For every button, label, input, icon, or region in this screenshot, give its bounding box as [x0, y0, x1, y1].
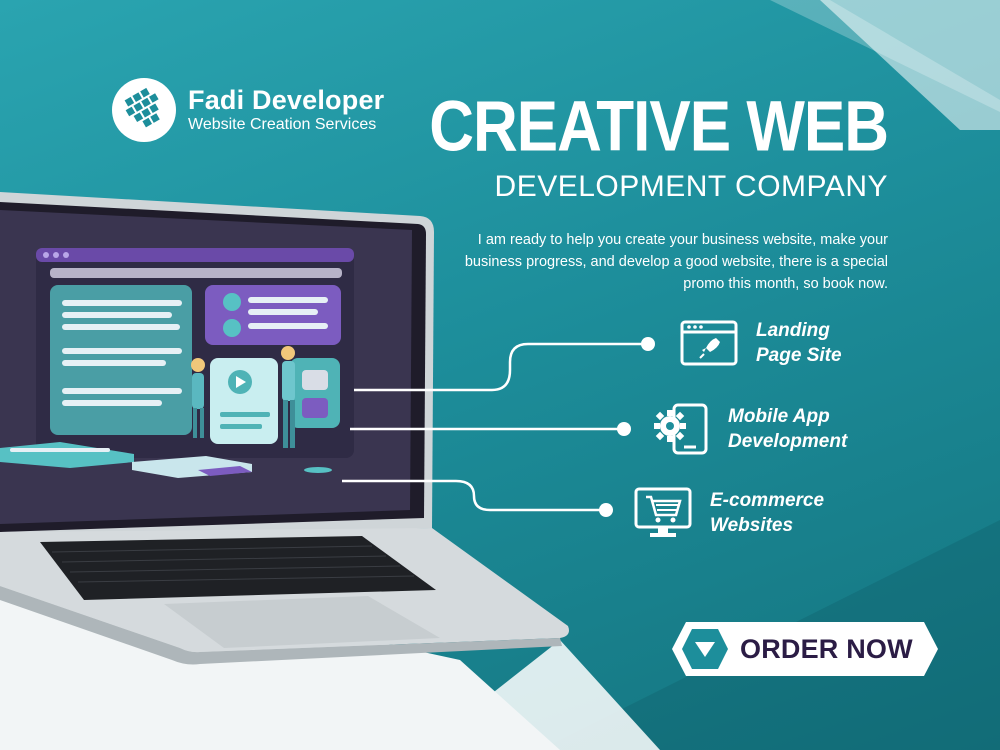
order-now-label: ORDER NOW [740, 634, 913, 664]
service-line2: Page Site [756, 345, 842, 366]
service-label: Mobile App Development [728, 404, 847, 454]
service-label: Landing Page Site [756, 318, 842, 368]
rocket-browser-icon [680, 320, 738, 366]
service-line2: Websites [710, 515, 794, 536]
service-line1: Landing [756, 320, 830, 341]
service-line1: E-commerce [710, 490, 825, 511]
service-line1: Mobile App [728, 406, 830, 427]
gear-phone-icon [654, 403, 708, 455]
chevron-down-icon [682, 629, 728, 669]
service-landing-page[interactable]: Landing Page Site [680, 318, 842, 368]
shopping-cart-monitor-icon [634, 487, 692, 537]
service-ecommerce[interactable]: E-commerce Websites [634, 487, 824, 539]
service-mobile-app[interactable]: Mobile App Development [652, 402, 847, 456]
order-now-button[interactable]: ORDER NOW [672, 622, 938, 676]
poster: Fadi Developer Website Creation Services… [0, 0, 1000, 750]
service-line2: Development [728, 431, 848, 452]
service-label: E-commerce Websites [710, 488, 824, 538]
